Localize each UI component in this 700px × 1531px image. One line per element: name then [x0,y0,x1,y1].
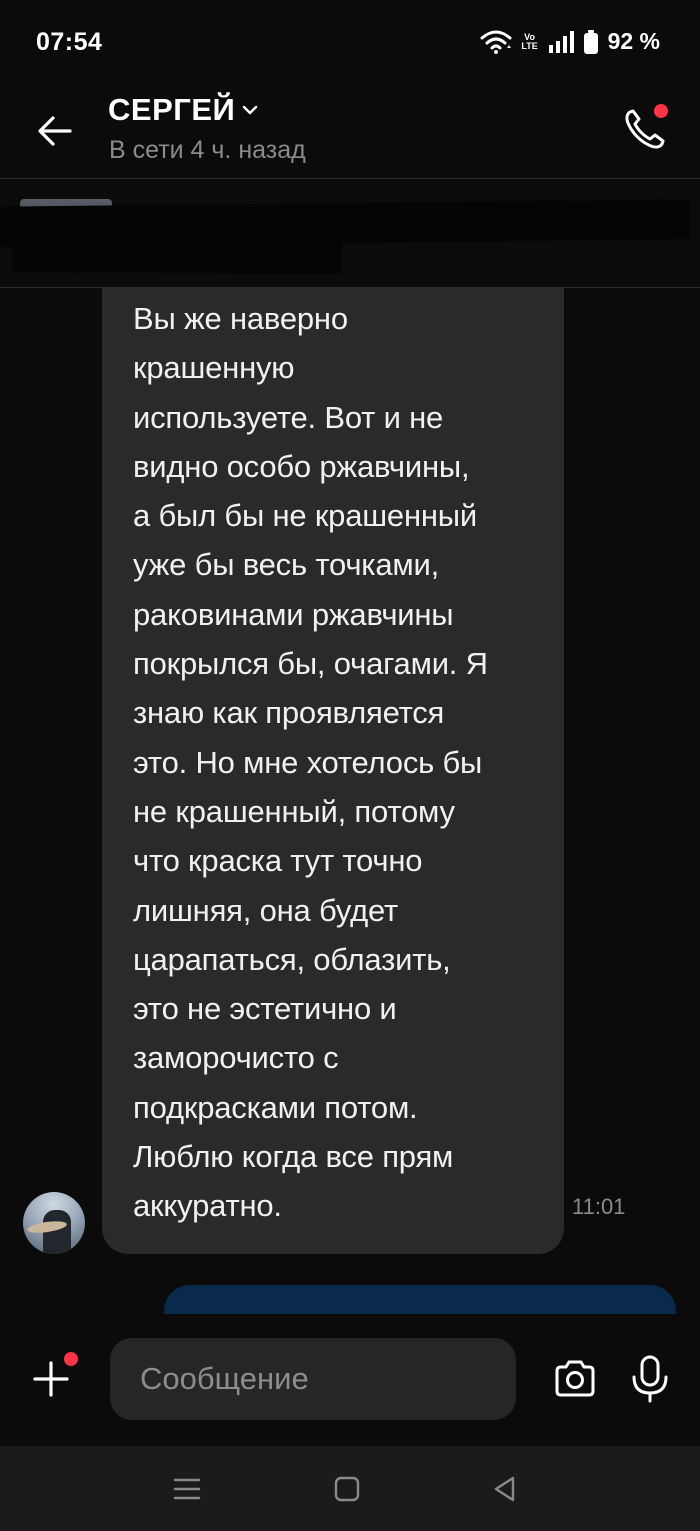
status-time: 07:54 [36,28,103,56]
wifi-icon [480,30,512,54]
chat-header: СЕРГЕЙ В сети 4 ч. назад [0,84,700,179]
status-bar: 07:54 Vo LTE 92 % [0,0,700,84]
attach-notification-dot [64,1352,78,1366]
contact-name: СЕРГЕЙ [108,92,236,127]
pinned-message-banner[interactable] [0,179,700,288]
message-composer [0,1314,700,1446]
home-icon [334,1476,360,1502]
call-notification-dot [654,104,668,118]
volte-bottom: LTE [521,40,538,51]
incoming-message-bubble[interactable]: Вы же наверно крашенную используете. Вот… [102,288,564,1254]
message-text: Вы же наверно крашенную используете. Вот… [133,301,488,1224]
system-back-button[interactable] [490,1474,520,1504]
chevron-down-icon [243,105,258,115]
avatar[interactable] [23,1192,85,1254]
outgoing-message-bubble[interactable] [164,1285,676,1314]
signal-icon [548,30,576,53]
battery-percent: 92 % [607,28,660,54]
camera-button[interactable] [552,1356,598,1402]
message-input[interactable] [110,1338,516,1420]
home-button[interactable] [332,1474,362,1504]
recents-icon [173,1478,201,1500]
contact-last-seen: В сети 4 ч. назад [109,136,306,164]
message-time: 11:01 [572,1194,626,1219]
microphone-button[interactable] [628,1354,672,1404]
system-navigation-bar [0,1446,700,1531]
status-icons: Vo LTE 92 % [480,28,660,55]
recents-button[interactable] [172,1474,202,1504]
back-button[interactable] [34,110,76,152]
call-button[interactable] [620,104,670,154]
message-list[interactable]: Вы же наверно крашенную используете. Вот… [0,288,700,1314]
back-triangle-icon [494,1476,515,1502]
microphone-icon [632,1355,668,1403]
contact-name-dropdown[interactable]: СЕРГЕЙ [108,92,259,128]
battery-icon [583,29,598,54]
volte-icon: Vo LTE [520,32,540,51]
camera-icon [555,1360,595,1397]
redaction-mark [11,237,343,275]
arrow-left-icon [38,116,72,146]
